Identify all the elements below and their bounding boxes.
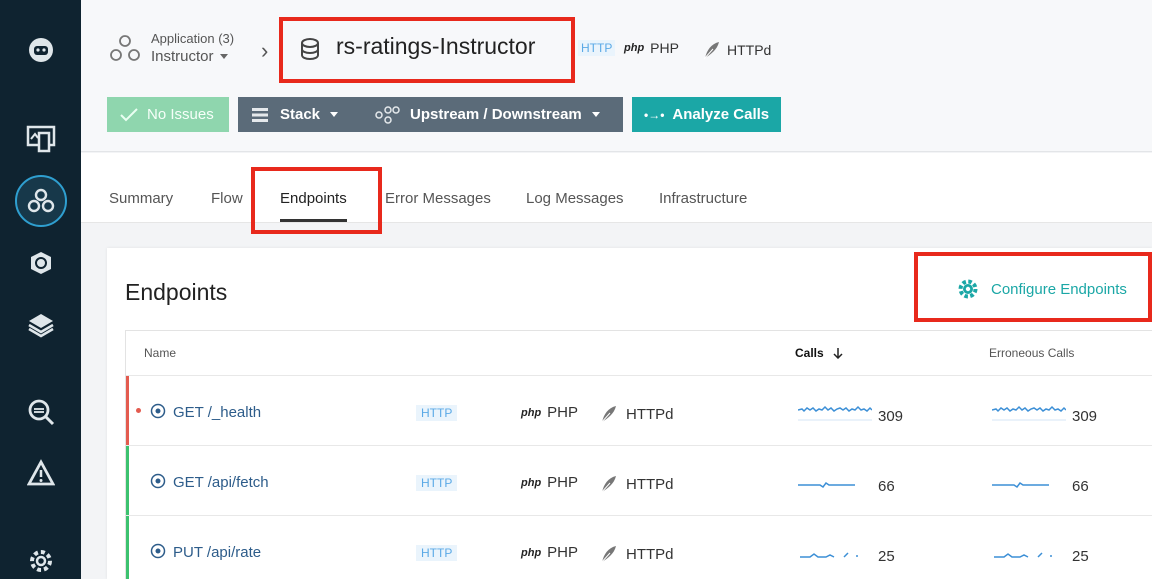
- tab-infrastructure[interactable]: Infrastructure: [659, 190, 747, 207]
- card-title: Endpoints: [125, 279, 228, 305]
- feather-icon: [600, 546, 616, 564]
- check-icon: [120, 107, 138, 121]
- tab-bar: Summary Flow Endpoints Error Messages Lo…: [81, 153, 1152, 234]
- endpoint-icon: [150, 403, 166, 419]
- erroneous-calls-count: 25: [1072, 548, 1089, 565]
- tab-summary[interactable]: Summary: [109, 190, 173, 207]
- calls-count: 25: [878, 548, 895, 565]
- breadcrumb-separator-icon: ›: [261, 38, 269, 63]
- php-tech: php PHP: [521, 404, 579, 421]
- header-httpd-tech: HTTPd: [701, 40, 771, 60]
- column-header-erroneous-calls[interactable]: Erroneous Calls: [989, 346, 1074, 360]
- application-count-label: Application (3): [151, 31, 235, 46]
- analyze-calls-button[interactable]: •→• Analyze Calls: [632, 97, 781, 132]
- analyze-arrow-icon: •→•: [644, 107, 665, 122]
- chevron-down-icon: [219, 54, 228, 59]
- application-name: Instructor: [151, 48, 214, 65]
- calls-sparkline: [798, 481, 855, 489]
- calls-sparkline: [798, 405, 872, 421]
- status-bar-error: [126, 376, 129, 446]
- httpd-tech: HTTPd: [598, 474, 674, 494]
- chevron-down-icon: [330, 112, 339, 117]
- erroneous-calls-sparkline: [992, 481, 1049, 489]
- httpd-tech: HTTPd: [598, 544, 674, 564]
- calls-sparkline: [800, 552, 858, 558]
- status-bar-ok: [126, 446, 129, 516]
- http-badge: HTTP: [416, 405, 458, 421]
- chevron-down-icon: [591, 112, 600, 117]
- upstream-downstream-button[interactable]: Upstream / Downstream: [374, 105, 600, 124]
- erroneous-calls-count: 309: [1072, 408, 1098, 425]
- analytics-search-icon[interactable]: [23, 394, 59, 430]
- upstream-downstream-icon: [375, 105, 400, 124]
- tab-flow[interactable]: Flow: [211, 190, 243, 207]
- endpoint-name[interactable]: GET /_health: [173, 404, 261, 421]
- tab-log-messages[interactable]: Log Messages: [526, 190, 624, 207]
- settings-icon[interactable]: [23, 543, 59, 579]
- error-dot-icon: [136, 408, 141, 413]
- column-header-calls[interactable]: Calls: [795, 346, 844, 360]
- endpoints-table: Name Calls Erroneous Calls GET /_health …: [125, 330, 1152, 579]
- column-header-name[interactable]: Name: [144, 346, 176, 360]
- php-logo-icon: php: [624, 42, 645, 54]
- http-badge: HTTP: [416, 475, 458, 491]
- feather-icon: [600, 476, 616, 494]
- layers-icon[interactable]: [23, 307, 59, 343]
- table-row[interactable]: GET /api/fetch HTTP php PHP HTTPd 66 66: [126, 445, 1152, 516]
- left-sidebar: [0, 0, 81, 579]
- php-logo-icon: php: [521, 546, 542, 559]
- feather-icon: [600, 406, 616, 424]
- application-dropdown[interactable]: Instructor: [151, 48, 228, 65]
- alert-icon[interactable]: [23, 455, 59, 491]
- header-http-badge: HTTP: [578, 40, 616, 56]
- erroneous-calls-sparkline: [994, 552, 1052, 558]
- endpoint-icon: [150, 543, 166, 559]
- endpoint-icon: [150, 473, 166, 489]
- robot-icon[interactable]: [23, 32, 59, 68]
- devices-icon[interactable]: [23, 121, 59, 157]
- http-badge: HTTP: [416, 545, 458, 561]
- highlight-box-title: [279, 17, 575, 83]
- php-tech: php PHP: [521, 474, 579, 491]
- table-row[interactable]: GET /_health HTTP php PHP HTTPd 309 309: [126, 375, 1152, 446]
- header-php-tech: php PHP: [624, 40, 679, 56]
- httpd-tech: HTTPd: [598, 404, 674, 424]
- highlight-box-configure: [914, 252, 1152, 322]
- stack-button[interactable]: Stack: [250, 106, 339, 124]
- application-icon: [109, 33, 141, 68]
- stack-upstream-button-group: Stack Upstream / Downstream: [238, 97, 623, 132]
- kubernetes-icon[interactable]: [23, 245, 59, 281]
- feather-icon: [703, 42, 719, 60]
- table-row[interactable]: PUT /api/rate HTTP php PHP HTTPd 25 25: [126, 515, 1152, 579]
- php-tech: php PHP: [521, 544, 579, 561]
- calls-count: 309: [878, 408, 904, 425]
- status-bar-ok: [126, 516, 129, 579]
- tab-error-messages[interactable]: Error Messages: [385, 190, 491, 207]
- erroneous-calls-sparkline: [992, 405, 1066, 421]
- calls-count: 66: [878, 478, 895, 495]
- erroneous-calls-count: 66: [1072, 478, 1089, 495]
- php-logo-icon: php: [521, 476, 542, 489]
- sort-down-icon: [833, 348, 843, 359]
- services-icon[interactable]: [15, 175, 67, 227]
- endpoint-name[interactable]: GET /api/fetch: [173, 474, 269, 491]
- php-logo-icon: php: [521, 406, 542, 419]
- page-header: Application (3) Instructor › rs-ratings-…: [81, 0, 1152, 152]
- highlight-box-tab: [251, 167, 382, 234]
- endpoints-card: Endpoints Configure Endpoints Name Calls…: [107, 248, 1152, 579]
- no-issues-button[interactable]: No Issues: [107, 97, 229, 132]
- stack-icon: [252, 107, 268, 122]
- endpoint-name[interactable]: PUT /api/rate: [173, 544, 261, 561]
